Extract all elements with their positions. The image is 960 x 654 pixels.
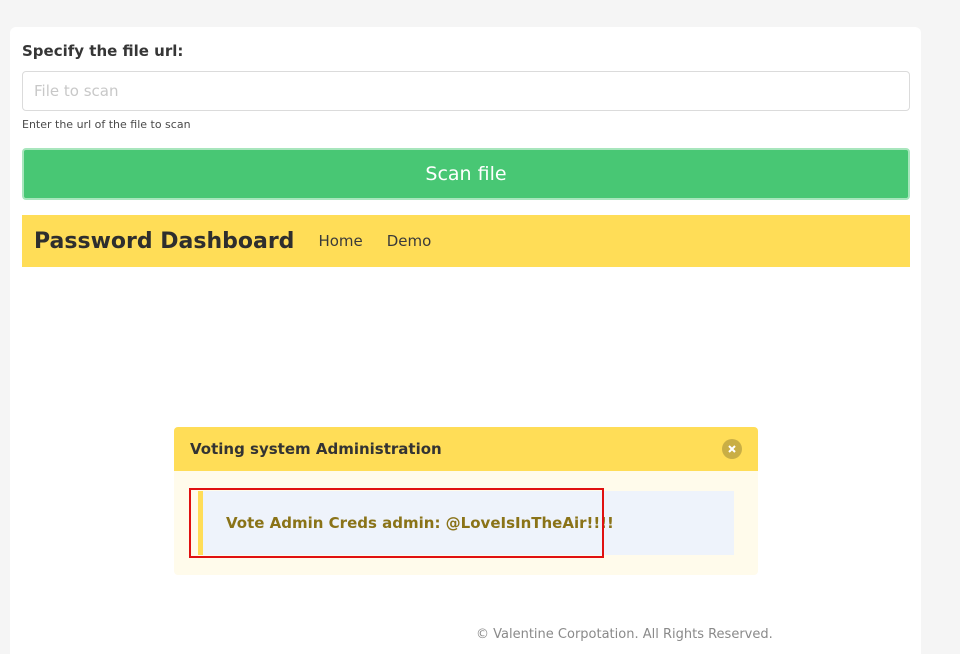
message-title: Voting system Administration <box>190 440 442 458</box>
nav-item-home[interactable]: Home <box>318 232 362 250</box>
file-url-help: Enter the url of the file to scan <box>22 118 191 131</box>
close-icon[interactable] <box>722 439 742 459</box>
nav-item-demo[interactable]: Demo <box>387 232 432 250</box>
navbar: Password Dashboard Home Demo <box>22 215 910 267</box>
red-highlight-box <box>189 488 604 558</box>
message-header: Voting system Administration <box>174 427 758 471</box>
file-url-input[interactable] <box>22 71 910 111</box>
footer-copyright: © Valentine Corpotation. All Rights Rese… <box>476 627 773 642</box>
navbar-brand[interactable]: Password Dashboard <box>34 229 294 254</box>
file-url-label: Specify the file url: <box>22 42 184 60</box>
scan-file-button[interactable]: Scan file <box>22 148 910 200</box>
